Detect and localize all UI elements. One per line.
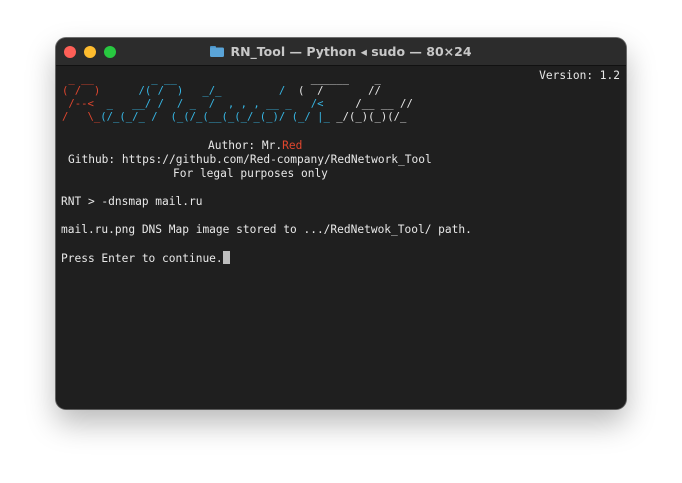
window-title-group: RN_Tool — Python ◂ sudo — 80×24 xyxy=(56,38,626,65)
banner-red-part: ( / ) xyxy=(62,85,101,97)
author-line: Author: Mr.Red xyxy=(208,139,302,153)
author-name: Red xyxy=(282,139,303,152)
banner-cyan-part: /( / ) _/_ xyxy=(100,85,222,97)
banner-white-part: _/(_)(_)(/_ xyxy=(329,111,407,123)
banner-red-part: /--< xyxy=(62,98,101,110)
text-cursor xyxy=(222,251,230,264)
command-line: RNT > -dnsmap mail.ru xyxy=(61,195,203,208)
banner-red-part: / \_ xyxy=(62,111,101,123)
banner-white-part: /__ __ // xyxy=(336,98,413,110)
ascii-banner-line-4: / \_(/_(_/_ / (_(/_(__(_(_/_(_)/ (_/ |_ … xyxy=(62,110,406,124)
banner-cyan-part-2: / xyxy=(221,85,299,97)
prompt-line[interactable]: Press Enter to continue. xyxy=(61,251,230,266)
command-output: mail.ru.png DNS Map image stored to .../… xyxy=(61,223,472,236)
prompt-text: Press Enter to continue. xyxy=(61,252,223,265)
banner-white-part: ( / // xyxy=(298,85,381,97)
folder-icon xyxy=(210,46,225,57)
ascii-banner-line-3: /--< _ __/ / / _ / , , , __ _ /< /__ __ … xyxy=(62,97,413,111)
ascii-banner-line-2: ( / ) /( / ) _/_ / ( / // xyxy=(62,84,381,98)
legal-notice: For legal purposes only xyxy=(173,167,328,180)
terminal-content[interactable]: Version: 1.2 _ __ _ __ ______ _ ( / ) /(… xyxy=(56,66,626,409)
terminal-window: RN_Tool — Python ◂ sudo — 80×24 Version:… xyxy=(56,38,626,409)
window-title: RN_Tool — Python ◂ sudo — 80×24 xyxy=(230,44,472,59)
version-label: Version: 1.2 xyxy=(539,69,620,82)
author-prefix: Author: Mr. xyxy=(208,139,283,152)
banner-cyan-part: _ __/ / / _ / , , , __ _ /< xyxy=(100,98,337,110)
github-line: Github: https://github.com/Red-company/R… xyxy=(68,153,432,166)
banner-cyan-part: (/_(_/_ / (_(/_(__(_(_/_(_)/ (_/ |_ xyxy=(100,111,330,123)
title-bar[interactable]: RN_Tool — Python ◂ sudo — 80×24 xyxy=(56,38,626,66)
